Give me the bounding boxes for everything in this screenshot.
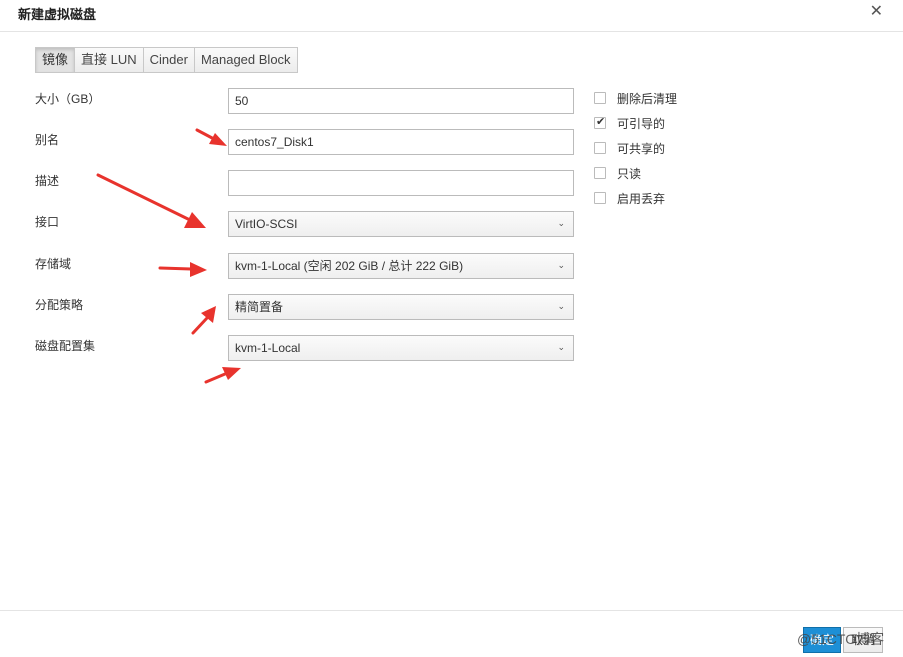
arrow-to-interface-head: [184, 212, 206, 228]
read-only-checkbox[interactable]: 只读: [594, 165, 641, 181]
chevron-down-icon: ⌄: [557, 343, 565, 353]
storage-domain-label: 存储域: [35, 257, 72, 271]
checkbox-label: 只读: [617, 166, 642, 181]
interface-select[interactable]: VirtIO-SCSI ⌄: [228, 211, 574, 237]
arrow-to-allocation-shaft: [191, 316, 209, 335]
allocation-policy-select-value: 精简置备: [235, 300, 284, 314]
alias-input[interactable]: centos7_Disk1: [228, 129, 574, 155]
size-input[interactable]: 50: [228, 88, 574, 114]
enable-discard-checkbox[interactable]: 启用丢弃: [594, 190, 665, 206]
checkbox-box[interactable]: [594, 142, 606, 154]
size-label: 大小（GB）: [35, 92, 101, 106]
interface-select-value: VirtIO-SCSI: [235, 217, 298, 231]
chevron-down-icon: ⌄: [557, 261, 565, 271]
bootable-checkbox[interactable]: ✔ 可引导的: [594, 115, 665, 131]
checkbox-box[interactable]: ✔: [594, 115, 606, 129]
dialog-header: 新建虚拟磁盘 ✕: [0, 0, 903, 32]
dialog-title: 新建虚拟磁盘: [18, 7, 97, 22]
shareable-checkbox[interactable]: 可共享的: [594, 140, 665, 156]
disk-profile-label: 磁盘配置集: [35, 339, 96, 353]
watermark: @51CTO博客: [797, 631, 885, 647]
storage-domain-select[interactable]: kvm-1-Local (空闲 202 GiB / 总计 222 GiB) ⌄: [228, 253, 574, 279]
new-virtual-disk-dialog: 新建虚拟磁盘 ✕ 镜像 直接 LUN Cinder Managed Block …: [0, 0, 903, 657]
chevron-down-icon: ⌄: [557, 302, 565, 312]
interface-label: 接口: [35, 215, 60, 229]
tab-image[interactable]: 镜像: [35, 47, 76, 73]
checkbox-label: 删除后清理: [617, 91, 678, 106]
description-label: 描述: [35, 174, 60, 188]
arrow-to-disk-profile-head: [222, 367, 241, 380]
allocation-policy-label: 分配策略: [35, 298, 84, 312]
checkmark-icon: ✔: [596, 115, 606, 128]
checkbox-label: 启用丢弃: [617, 191, 666, 206]
tab-cinder[interactable]: Cinder: [142, 47, 195, 73]
disk-type-tabs: 镜像 直接 LUN Cinder Managed Block: [35, 47, 298, 73]
checkbox-label: 可引导的: [617, 116, 666, 131]
close-icon[interactable]: ✕: [870, 1, 883, 20]
description-input[interactable]: [228, 170, 574, 196]
wipe-after-delete-checkbox[interactable]: 删除后清理: [594, 90, 677, 106]
dialog-footer: 确定 取消: [0, 610, 903, 657]
arrow-to-disk-profile-shaft: [204, 372, 227, 384]
checkbox-label: 可共享的: [617, 141, 666, 156]
arrow-to-storage-domain-head: [190, 262, 207, 277]
disk-profile-select-value: kvm-1-Local: [235, 341, 301, 355]
chevron-down-icon: ⌄: [557, 219, 565, 229]
tab-direct-lun[interactable]: 直接 LUN: [74, 47, 144, 73]
checkbox-box[interactable]: [594, 192, 606, 204]
arrow-to-interface-shaft: [96, 173, 192, 222]
storage-domain-select-value: kvm-1-Local (空闲 202 GiB / 总计 222 GiB): [235, 259, 464, 273]
arrow-to-alias-shaft: [195, 128, 216, 141]
arrow-to-allocation-head: [201, 306, 216, 323]
allocation-policy-select[interactable]: 精简置备 ⌄: [228, 294, 574, 320]
checkbox-box[interactable]: [594, 167, 606, 179]
disk-profile-select[interactable]: kvm-1-Local ⌄: [228, 335, 574, 361]
arrow-to-storage-domain-shaft: [158, 266, 193, 271]
tab-managed-block[interactable]: Managed Block: [193, 47, 298, 73]
checkbox-box[interactable]: [594, 92, 606, 104]
arrow-to-alias-head: [209, 133, 227, 146]
alias-label: 别名: [35, 133, 60, 147]
